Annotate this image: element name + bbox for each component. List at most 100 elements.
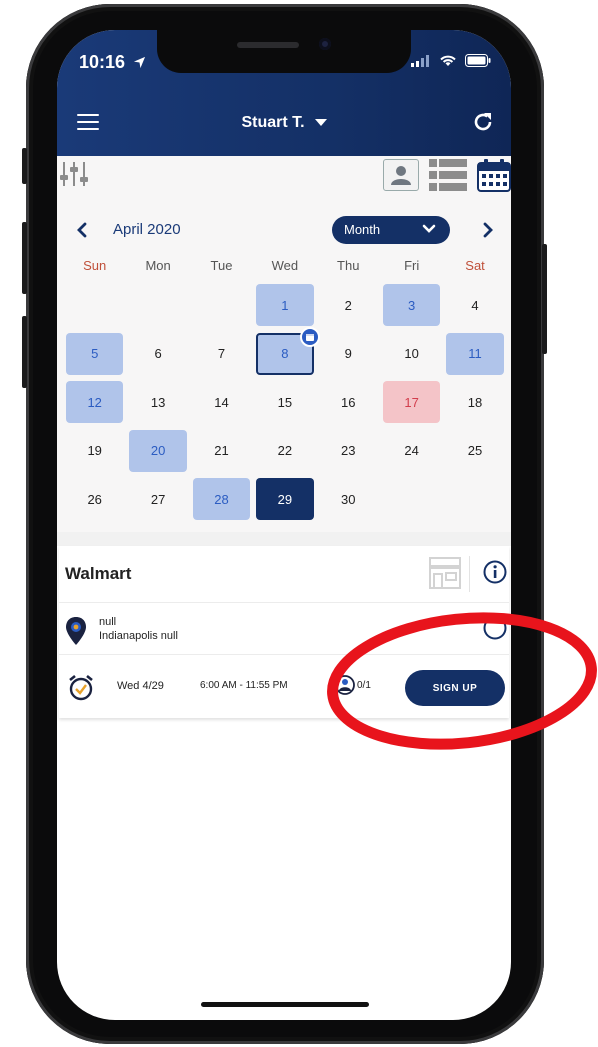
day-number: 26 bbox=[87, 491, 102, 507]
calendar-day[interactable]: 4 bbox=[446, 284, 503, 326]
weekday-header: Sun Mon Tue Wed Thu Fri Sat bbox=[63, 258, 511, 276]
refresh-icon[interactable] bbox=[471, 110, 495, 134]
day-number: 19 bbox=[87, 443, 102, 458]
location-arrow-icon bbox=[133, 56, 146, 69]
day-number: 15 bbox=[277, 394, 293, 410]
title-divider bbox=[469, 556, 470, 592]
calendar-view-select[interactable]: Month bbox=[332, 216, 450, 244]
calendar-day[interactable]: 24 bbox=[383, 430, 440, 472]
directions-icon[interactable] bbox=[483, 616, 507, 640]
weekday-label: Sat bbox=[465, 258, 485, 273]
phone-notch bbox=[157, 30, 411, 73]
weekday-label: Thu bbox=[337, 258, 360, 273]
calendar-day[interactable]: 28 bbox=[192, 478, 251, 520]
calendar-day[interactable]: 11 bbox=[446, 332, 504, 375]
calendar-day[interactable]: 17 bbox=[382, 381, 441, 423]
weekday-label: Wed bbox=[271, 258, 299, 273]
calendar-day[interactable]: 1 bbox=[256, 284, 314, 326]
person-view-icon[interactable] bbox=[383, 159, 419, 191]
shift-time: 6:00 AM - 11:55 PM bbox=[200, 680, 288, 691]
day-number: 29 bbox=[277, 491, 293, 507]
calendar-week-row: 12 13 14 15 16 17 18 bbox=[63, 381, 511, 430]
filter-sliders-icon[interactable] bbox=[59, 160, 89, 188]
calendar-day[interactable]: 14 bbox=[193, 381, 250, 423]
person-slots-icon bbox=[335, 675, 355, 695]
volume-down-button bbox=[22, 316, 27, 388]
calendar-day[interactable]: 12 bbox=[66, 381, 124, 423]
prev-month-icon[interactable] bbox=[77, 222, 87, 238]
calendar-day[interactable]: 23 bbox=[320, 430, 377, 472]
calendar-nav: April 2020 Month bbox=[57, 216, 511, 244]
calendar-week-row: 26 27 28 29 30 bbox=[63, 478, 511, 527]
day-number: 5 bbox=[91, 346, 99, 361]
day-number: 10 bbox=[404, 346, 419, 361]
day-number: 30 bbox=[341, 491, 356, 507]
user-switcher[interactable]: Stuart T. bbox=[57, 114, 511, 132]
section-divider bbox=[57, 532, 511, 546]
day-number: 24 bbox=[404, 443, 419, 458]
day-number: 16 bbox=[341, 394, 356, 410]
calendar-day[interactable]: 21 bbox=[193, 430, 250, 472]
shift-day: Wed 4/29 bbox=[117, 680, 164, 692]
event-card[interactable]: Walmart null Indianapolis null Wed 4/29 … bbox=[59, 546, 509, 718]
calendar-day[interactable]: 13 bbox=[129, 381, 186, 423]
day-number: 13 bbox=[150, 394, 166, 410]
calendar-day[interactable]: 16 bbox=[320, 381, 377, 423]
wifi-icon bbox=[440, 55, 456, 66]
day-number: 22 bbox=[277, 443, 293, 458]
calendar-day[interactable]: 26 bbox=[66, 478, 123, 520]
calendar-day-empty bbox=[193, 284, 250, 326]
card-divider bbox=[59, 654, 509, 655]
day-number: 20 bbox=[150, 443, 166, 458]
day-number: 6 bbox=[154, 346, 162, 361]
day-number: 9 bbox=[344, 346, 352, 361]
calendar-day[interactable]: 18 bbox=[446, 381, 503, 423]
day-number: 18 bbox=[467, 394, 483, 410]
weekday-label: Fri bbox=[404, 258, 420, 273]
calendar-day[interactable]: 19 bbox=[66, 430, 123, 472]
weekday-label: Mon bbox=[145, 258, 171, 273]
calendar-day[interactable]: 27 bbox=[129, 478, 186, 520]
calendar-week-row: 1 2 3 4 bbox=[63, 284, 511, 333]
day-number: 23 bbox=[341, 443, 356, 458]
info-icon[interactable] bbox=[483, 560, 507, 584]
calendar-day[interactable]: 22 bbox=[256, 430, 313, 472]
status-time: 10:16 bbox=[79, 52, 146, 73]
alarm-clock-icon bbox=[69, 674, 93, 701]
event-title: Walmart bbox=[65, 564, 132, 583]
calendar-day[interactable]: 20 bbox=[129, 429, 187, 472]
calendar-day[interactable]: 7 bbox=[193, 333, 250, 375]
status-icons bbox=[411, 54, 491, 67]
weekday-label: Tue bbox=[210, 258, 233, 273]
calendar-day[interactable]: 30 bbox=[320, 478, 377, 520]
calendar-day-empty bbox=[129, 284, 186, 326]
calendar-day[interactable]: 5 bbox=[66, 332, 124, 375]
calendar-day[interactable]: 15 bbox=[256, 381, 313, 423]
store-icon bbox=[429, 557, 461, 589]
calendar-day[interactable]: 2 bbox=[320, 284, 377, 326]
next-month-icon[interactable] bbox=[483, 222, 493, 238]
calendar-day[interactable]: 8 bbox=[256, 326, 320, 375]
calendar-week-row: 5 6 7 8 9 10 11 bbox=[63, 326, 511, 382]
weekday-label: Sun bbox=[83, 258, 107, 273]
sign-up-button[interactable]: SIGN UP bbox=[405, 670, 505, 706]
day-number: 11 bbox=[468, 346, 482, 361]
calendar-day[interactable]: 6 bbox=[129, 333, 186, 375]
battery-icon bbox=[465, 54, 491, 67]
month-label: April 2020 bbox=[113, 221, 181, 238]
calendar-day[interactable]: 3 bbox=[382, 284, 441, 326]
calendar-grid: 1 2 3 4 5 6 7 8 9 10 11 12 13 14 15 16 17 18 19 20 21 22 23 24 2… bbox=[63, 284, 511, 527]
calendar-day[interactable]: 29 bbox=[256, 478, 314, 520]
calendar-day-empty bbox=[446, 478, 503, 520]
calendar-view-icon[interactable] bbox=[477, 158, 511, 192]
calendar-day[interactable]: 25 bbox=[446, 430, 503, 472]
month-calendar: April 2020 Month Sun Mon Tue Wed Thu Fri… bbox=[57, 196, 511, 532]
calendar-day[interactable]: 9 bbox=[320, 333, 377, 375]
view-toolbar bbox=[57, 156, 511, 196]
day-number: 4 bbox=[471, 297, 479, 313]
list-view-icon[interactable] bbox=[429, 159, 467, 191]
day-number: 3 bbox=[408, 297, 416, 313]
volume-up-button bbox=[22, 222, 27, 294]
day-number: 12 bbox=[87, 394, 102, 410]
calendar-day[interactable]: 10 bbox=[383, 333, 440, 375]
